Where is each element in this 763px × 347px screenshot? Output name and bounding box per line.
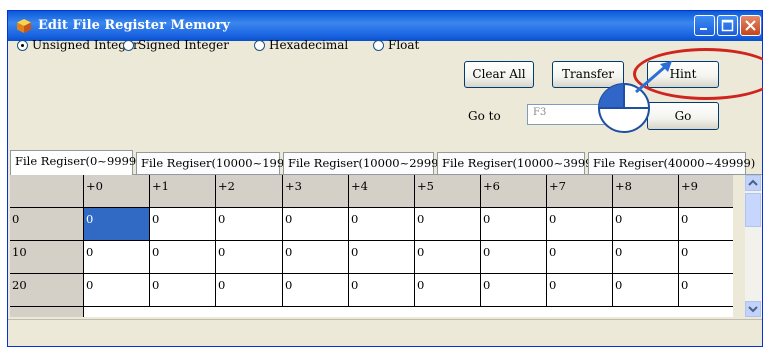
close-button[interactable] [740, 15, 761, 36]
table-cell[interactable]: 0 [613, 274, 679, 307]
table-cell[interactable]: 0 [481, 208, 547, 241]
chevron-up-icon [748, 179, 758, 186]
radio-label: Signed Integer [138, 38, 229, 52]
tab-file-register-4[interactable]: File Regiser(40000~49999) [588, 152, 755, 174]
status-bar [8, 319, 762, 346]
column-header: +4 [349, 175, 415, 208]
table-cell[interactable]: 0 [150, 274, 216, 307]
column-header: +5 [415, 175, 481, 208]
chevron-down-icon [748, 306, 758, 313]
table-cell[interactable]: 0 [216, 241, 283, 274]
radio-label: Hexadecimal [269, 38, 349, 52]
table-cell[interactable]: 0 [679, 208, 733, 241]
grid-corner [10, 175, 84, 208]
close-icon [745, 20, 756, 31]
row-header: 10 [10, 241, 84, 274]
radio-selected-indicator [17, 40, 28, 51]
row-header: 20 [10, 274, 84, 307]
tab-file-register-3[interactable]: File Regiser(10000~39999) [437, 152, 604, 174]
column-header: +6 [481, 175, 547, 208]
radio-hexadecimal[interactable]: Hexadecimal [254, 38, 348, 52]
radio-label: Float [388, 38, 420, 52]
maximize-button[interactable] [717, 15, 738, 36]
column-header: +9 [679, 175, 733, 208]
radio-indicator [254, 40, 265, 51]
maximize-icon [721, 19, 734, 32]
vertical-scrollbar[interactable] [745, 175, 762, 317]
table-cell[interactable]: 0 [547, 274, 613, 307]
table-cell-selected[interactable]: 0 [84, 208, 150, 241]
table-cell[interactable]: 0 [283, 208, 349, 241]
table-cell[interactable]: 0 [547, 241, 613, 274]
column-header: +2 [216, 175, 283, 208]
table-cell[interactable]: 0 [349, 208, 415, 241]
table-cell[interactable]: 0 [150, 241, 216, 274]
table-cell[interactable]: 0 [613, 208, 679, 241]
table-cell[interactable]: 0 [415, 241, 481, 274]
table-cell[interactable]: 0 [84, 241, 150, 274]
table-cell[interactable]: 0 [349, 274, 415, 307]
app-cube-icon [17, 19, 31, 33]
table-cell[interactable]: 0 [679, 241, 733, 274]
radio-indicator [123, 40, 134, 51]
column-header: +7 [547, 175, 613, 208]
table-cell[interactable]: 0 [216, 274, 283, 307]
tab-file-register-1[interactable]: File Regiser(10000~19999) [136, 152, 303, 174]
minimize-icon [700, 28, 707, 30]
table-cell[interactable]: 0 [150, 208, 216, 241]
table-cell[interactable]: 0 [679, 274, 733, 307]
pointer-arrow-icon [635, 61, 672, 94]
table-cell[interactable]: 0 [283, 241, 349, 274]
row-header: 0 [10, 208, 84, 241]
table-cell[interactable]: 0 [415, 274, 481, 307]
tab-file-register-2[interactable]: File Regiser(10000~29999) [283, 152, 450, 174]
goto-label: Go to [468, 109, 501, 123]
window-title: Edit File Register Memory [38, 18, 230, 33]
goto-input[interactable]: F3 [527, 104, 607, 125]
tab-strip: File Regiser(0~9999) File Regiser(10000~… [10, 150, 762, 175]
row-header-partial [10, 307, 84, 317]
table-cell[interactable]: 0 [415, 208, 481, 241]
table-cell[interactable]: 0 [481, 274, 547, 307]
radio-unsigned-integer[interactable]: Unsigned Integer [17, 38, 139, 52]
column-header: +8 [613, 175, 679, 208]
scroll-down-button[interactable] [745, 301, 761, 317]
radio-indicator [373, 40, 384, 51]
table-cell[interactable]: 0 [349, 241, 415, 274]
register-grid[interactable]: +0 +1 +2 +3 +4 +5 +6 +7 +8 +9 0 0 0 0 0 … [10, 175, 733, 317]
radio-float[interactable]: Float [373, 38, 419, 52]
table-cell[interactable]: 0 [547, 208, 613, 241]
tab-file-register-0[interactable]: File Regiser(0~9999) [10, 150, 141, 175]
scroll-up-button[interactable] [745, 175, 761, 191]
scroll-thumb[interactable] [745, 193, 761, 227]
column-header: +0 [84, 175, 150, 208]
radio-signed-integer[interactable]: Signed Integer [123, 38, 229, 52]
minimize-button[interactable] [694, 15, 715, 36]
table-cell[interactable]: 0 [481, 241, 547, 274]
table-cell[interactable]: 0 [216, 208, 283, 241]
table-cell[interactable]: 0 [283, 274, 349, 307]
table-cell[interactable]: 0 [84, 274, 150, 307]
clear-all-button[interactable]: Clear All [464, 61, 534, 88]
column-header: +1 [150, 175, 216, 208]
column-header: +3 [283, 175, 349, 208]
table-cell[interactable]: 0 [613, 241, 679, 274]
title-bar[interactable]: Edit File Register Memory [8, 11, 762, 41]
